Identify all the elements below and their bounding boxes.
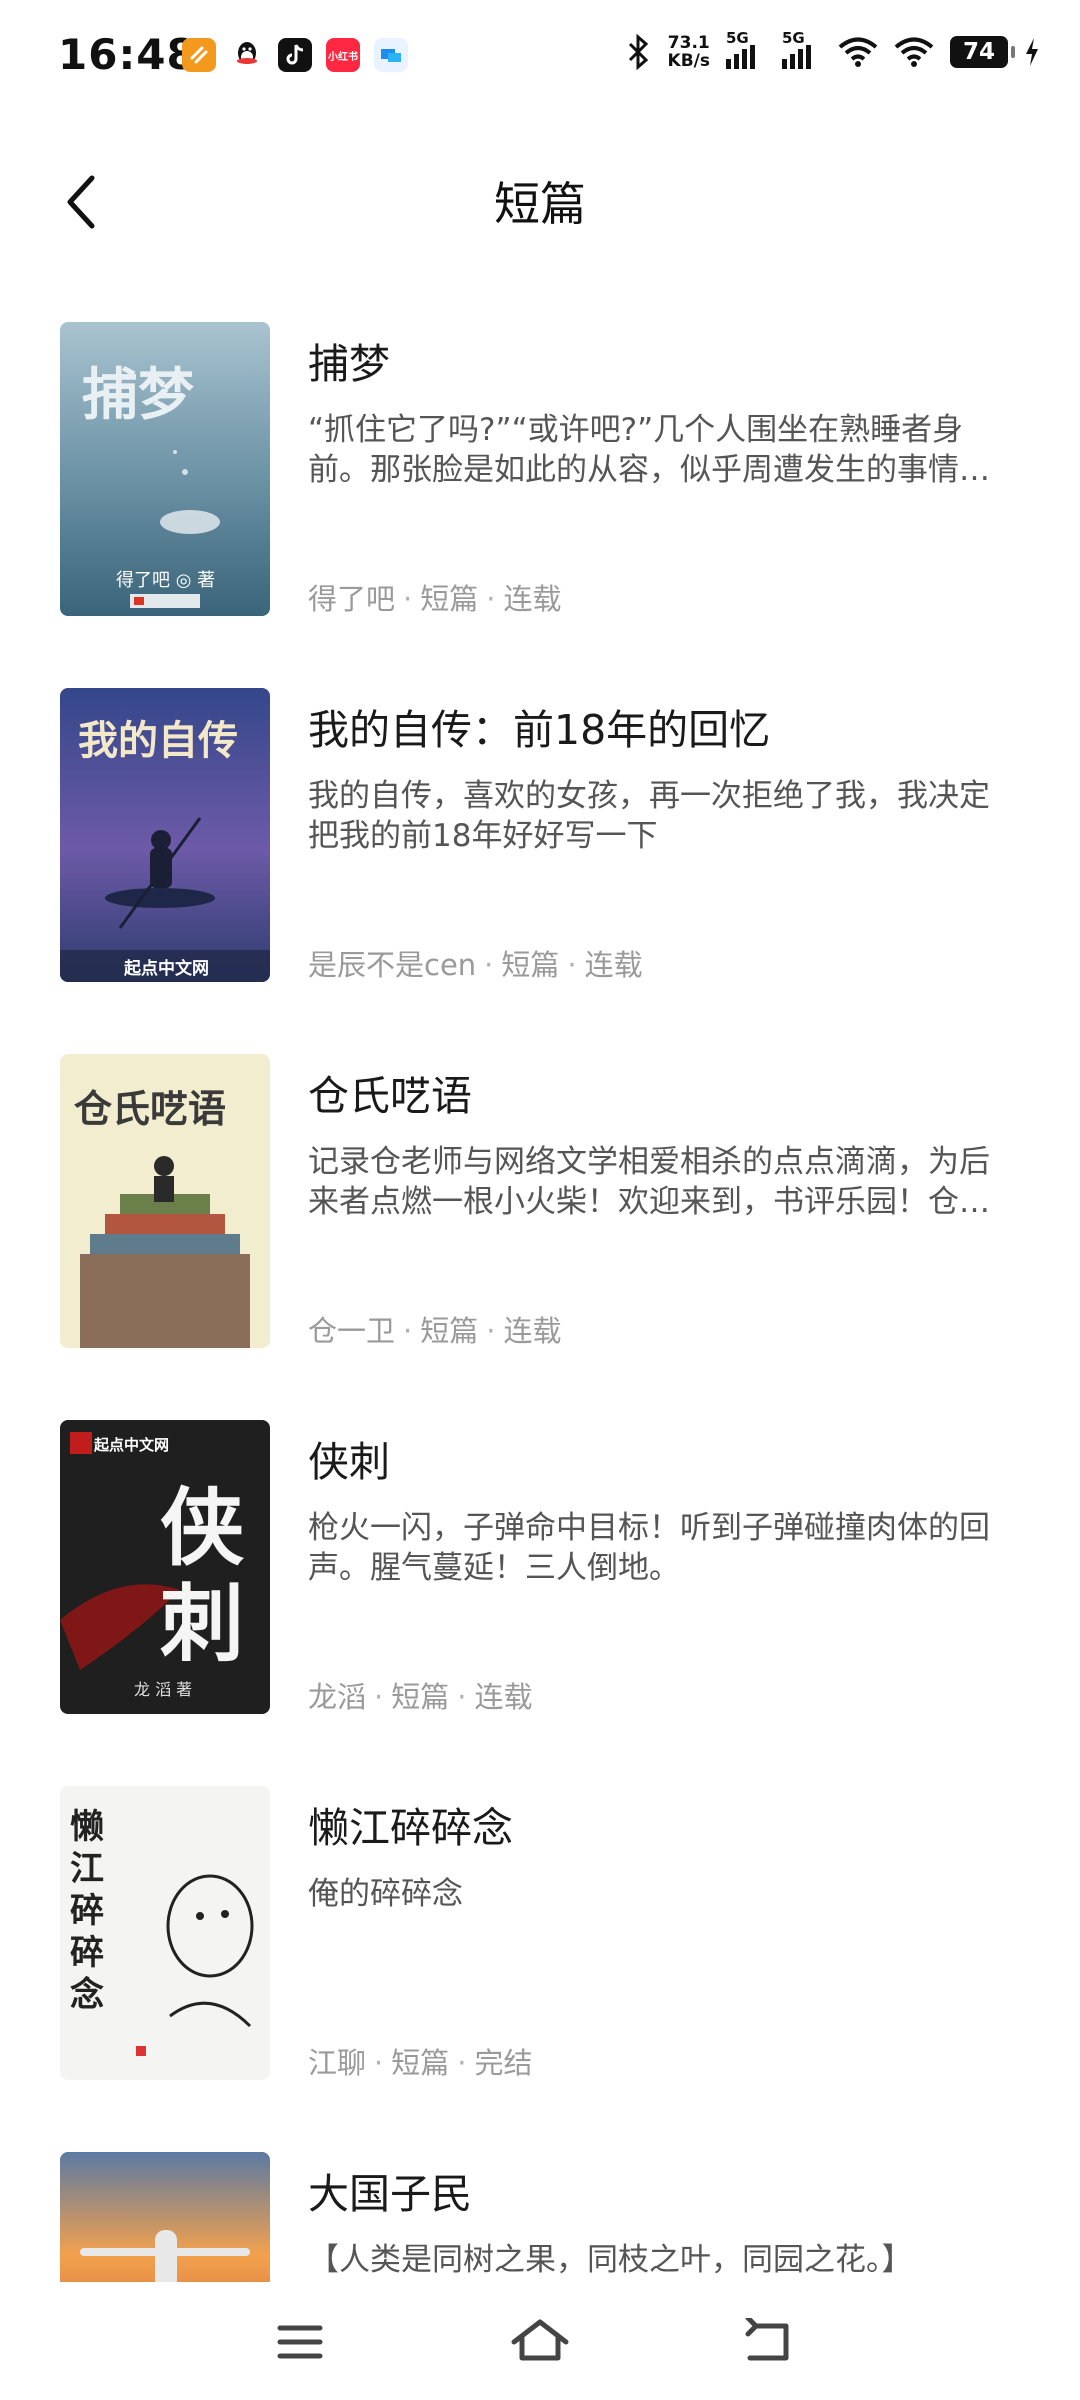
signal-1: 5G: [726, 29, 766, 69]
cover-art: [60, 2152, 270, 2282]
book-category: 短篇: [420, 582, 479, 616]
separator: ·: [457, 2046, 467, 2080]
cover-title: 懒江碎碎念: [70, 1807, 104, 2015]
book-status: 连载: [503, 582, 562, 616]
separator: ·: [457, 1680, 467, 1714]
page-title: 短篇: [494, 177, 586, 231]
back-icon: [745, 2318, 789, 2361]
book-category: 短篇: [391, 1680, 450, 1714]
speed-unit: KB/s: [667, 51, 710, 71]
book-meta: 是辰不是cen · 短篇 · 连载: [308, 942, 643, 984]
status-time: 16:48: [58, 30, 197, 79]
xiaohongshu-label: 小红书: [328, 51, 358, 63]
cover-author: 得了吧 ◎ 著: [116, 570, 216, 591]
network-speed: 73.1 KB/s: [668, 34, 710, 70]
qq-icon: [230, 38, 264, 72]
book-item[interactable]: 大国子民 【人类是同树之果，同枝之叶，同园之花。】: [0, 2152, 1080, 2282]
book-status: 完结: [474, 2046, 533, 2080]
signal-2: 5G: [782, 29, 822, 69]
tiktok-icon: [278, 38, 312, 72]
book-title[interactable]: 侠刺: [308, 1428, 390, 1488]
separator: ·: [484, 948, 494, 982]
book-item[interactable]: 起点中文网 侠刺 龙 滔 著 侠刺 枪火一闪，子弹命中目标！听到子弹碰撞肉体的回…: [0, 1420, 1080, 1716]
book-author: 是辰不是cen: [308, 948, 477, 982]
app-icon-orange: [182, 38, 216, 72]
book-title[interactable]: 捕梦: [308, 330, 390, 390]
book-cover[interactable]: [60, 2152, 270, 2282]
book-status: 连载: [474, 1680, 533, 1714]
book-category: 短篇: [391, 2046, 450, 2080]
cover-publisher: 起点中文网: [94, 1436, 170, 1454]
book-meta: 龙滔 · 短篇 · 连载: [308, 1674, 532, 1716]
book-cover[interactable]: 仓氏呓语: [60, 1054, 270, 1348]
book-author: 仓一卫: [308, 1314, 396, 1348]
book-author: 龙滔: [308, 1680, 367, 1714]
book-item[interactable]: 仓氏呓语 仓氏呓语 记录仓老师与网络文学相爱相杀的点点滴滴，为后来者点燃一根小火…: [0, 1054, 1080, 1350]
cover-title: 我的自传: [78, 717, 238, 764]
book-title[interactable]: 仓氏呓语: [308, 1062, 472, 1122]
net-type-1: 5G: [726, 29, 749, 47]
book-title[interactable]: 我的自传：前18年的回忆: [308, 696, 770, 756]
separator: ·: [374, 2046, 384, 2080]
status-right: 73.1 KB/s 5G 5G 74: [626, 29, 1040, 70]
separator: ·: [403, 1314, 413, 1348]
separator: ·: [374, 1680, 384, 1714]
book-cover[interactable]: 懒江碎碎念: [60, 1786, 270, 2080]
charging-icon: [1026, 38, 1038, 66]
net-type-2: 5G: [782, 29, 805, 47]
back-nav-button[interactable]: [728, 2310, 808, 2374]
book-description: 枪火一闪，子弹命中目标！听到子弹碰撞肉体的回声。腥气蔓延！三人倒地。: [308, 1510, 990, 1586]
book-cover[interactable]: 捕梦 得了吧 ◎ 著: [60, 322, 270, 616]
wifi-icon: [838, 37, 878, 67]
book-description: 【人类是同树之果，同枝之叶，同园之花。】: [308, 2242, 913, 2278]
book-cover[interactable]: 我的自传 起点中文网: [60, 688, 270, 982]
book-category: 短篇: [420, 1314, 479, 1348]
wifi-icon-2: [894, 37, 934, 67]
cover-title: 仓氏呓语: [74, 1086, 227, 1131]
system-navbar: [0, 2282, 1080, 2400]
book-description: “抓住它了吗?”“或许吧?”几个人围坐在熟睡者身前。那张脸是如此的从容，似乎周遭…: [308, 412, 990, 488]
battery-indicator: 74: [950, 36, 1015, 68]
page-header: 短篇: [0, 150, 1080, 250]
cover-publisher: 起点中文网: [124, 959, 209, 979]
book-description: 我的自传，喜欢的女孩，再一次拒绝了我，我决定把我的前18年好好写一下: [308, 778, 990, 854]
book-author: 得了吧: [308, 582, 396, 616]
separator: ·: [403, 582, 413, 616]
menu-icon: [277, 2325, 323, 2359]
book-item[interactable]: 我的自传 起点中文网 我的自传：前18年的回忆 我的自传，喜欢的女孩，再一次拒绝…: [0, 688, 1080, 984]
cover-title: 捕梦: [82, 362, 194, 428]
book-description: 俺的碎碎念: [308, 1876, 463, 1912]
xiaohongshu-icon: 小红书: [326, 38, 360, 72]
separator: ·: [486, 582, 496, 616]
cover-title: 侠刺: [160, 1478, 245, 1673]
book-meta: 得了吧 · 短篇 · 连载: [308, 576, 561, 618]
book-item[interactable]: 捕梦 得了吧 ◎ 著 捕梦 “抓住它了吗?”“或许吧?”几个人围坐在熟睡者身前。…: [0, 322, 1080, 618]
book-meta: 江聊 · 短篇 · 完结: [308, 2040, 532, 2082]
book-item[interactable]: 懒江碎碎念 懒江碎碎念 俺的碎碎念 江聊 · 短篇 · 完结: [0, 1786, 1080, 2082]
book-status: 连载: [503, 1314, 562, 1348]
bluetooth-icon: [628, 34, 648, 70]
status-bar: 16:48 小红书 73.1 KB/s 5G 5G 74: [0, 0, 1080, 120]
home-button[interactable]: [500, 2310, 580, 2374]
cover-author: 龙 滔 著: [134, 1680, 193, 1699]
book-category: 短篇: [501, 948, 560, 982]
book-cover[interactable]: 起点中文网 侠刺 龙 滔 著: [60, 1420, 270, 1714]
book-description: 记录仓老师与网络文学相爱相杀的点点滴滴，为后来者点燃一根小火柴！欢迎来到，书评乐…: [308, 1144, 990, 1220]
separator: ·: [486, 1314, 496, 1348]
book-title[interactable]: 大国子民: [308, 2160, 472, 2220]
notification-icons: 小红书: [182, 38, 408, 72]
home-icon: [511, 2319, 569, 2361]
separator: ·: [567, 948, 577, 982]
menu-button[interactable]: [260, 2310, 340, 2374]
book-status: 连载: [584, 948, 643, 982]
app-icon-blue: [374, 38, 408, 72]
book-author: 江聊: [308, 2046, 367, 2080]
book-list: 捕梦 得了吧 ◎ 著 捕梦 “抓住它了吗?”“或许吧?”几个人围坐在熟睡者身前。…: [0, 322, 1080, 2282]
book-meta: 仓一卫 · 短篇 · 连载: [308, 1308, 561, 1350]
book-title[interactable]: 懒江碎碎念: [308, 1794, 513, 1854]
speed-value: 73.1: [667, 33, 710, 53]
